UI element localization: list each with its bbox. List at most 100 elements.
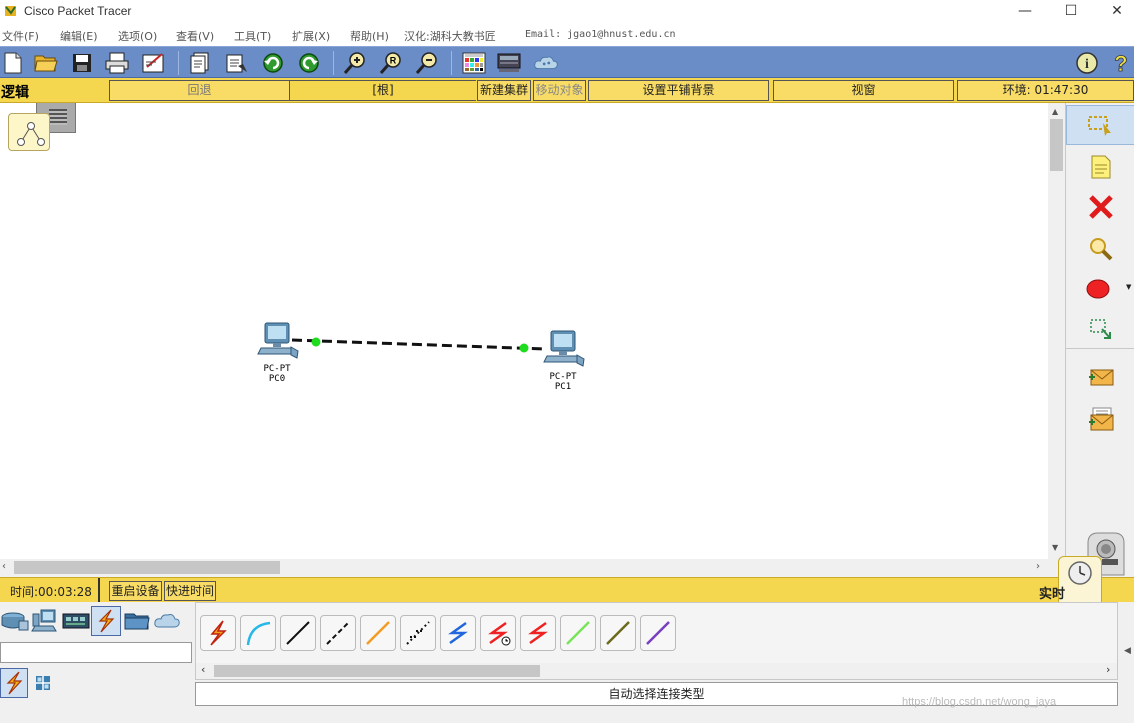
components-category-icon[interactable] (61, 606, 91, 636)
select-tool[interactable] (1066, 105, 1134, 145)
power-cycle-devices-button[interactable]: 重启设备 (109, 581, 162, 601)
grid-subcategory-icon[interactable] (34, 674, 52, 692)
dropdown-arrow-icon[interactable]: ▼ (1126, 283, 1131, 291)
logical-workspace-canvas[interactable]: PC-PT PC0 PC-PT PC1 (0, 103, 1048, 559)
open-folder-icon[interactable] (33, 50, 59, 76)
zoom-reset-icon[interactable]: R (378, 50, 404, 76)
undo-icon[interactable] (260, 50, 286, 76)
toolbar-separator (333, 51, 334, 75)
menu-bar: 文件(F) 编辑(E) 选项(O) 查看(V) 工具(T) 扩展(X) 帮助(H… (0, 24, 1134, 46)
auto-connection-icon[interactable] (200, 615, 236, 651)
coaxial-cable-icon[interactable] (440, 615, 476, 651)
device-pc0[interactable]: PC-PT PC0 (247, 321, 307, 384)
move-object-button[interactable]: 移动对象 (533, 80, 586, 101)
end-devices-category-icon[interactable] (30, 606, 60, 636)
new-cluster-button[interactable]: 新建集群 (477, 80, 531, 101)
resize-shape-tool[interactable] (1066, 309, 1134, 349)
scrollbar-thumb[interactable] (14, 561, 280, 574)
scroll-down-arrow-icon[interactable]: ▼ (1052, 543, 1058, 552)
add-complex-pdu-tool[interactable] (1066, 399, 1134, 439)
canvas-horizontal-scrollbar[interactable]: ‹ › (0, 559, 1065, 576)
connections-subcategory-icon[interactable] (0, 668, 28, 698)
palette-icon[interactable] (461, 50, 487, 76)
expand-panel-arrow-icon[interactable]: ◀ (1124, 646, 1131, 656)
status-divider (98, 578, 100, 603)
title-bar: Cisco Packet Tracer — ☐ ✕ (0, 0, 1134, 24)
redo-icon[interactable] (296, 50, 322, 76)
add-simple-pdu-tool[interactable] (1066, 357, 1134, 397)
console-cable-icon[interactable] (240, 615, 276, 651)
new-file-icon[interactable] (0, 50, 26, 76)
cluster-cloud-icon[interactable] (533, 50, 559, 76)
clock-icon (1068, 561, 1092, 585)
device-model-search-field[interactable] (0, 642, 192, 663)
menu-extensions[interactable]: 扩展(X) (292, 28, 330, 44)
fiber-cable-icon[interactable] (360, 615, 396, 651)
set-tiled-background-button[interactable]: 设置平铺背景 (588, 80, 769, 101)
simulation-time: 时间:00:03:28 (10, 585, 92, 599)
canvas-vertical-scrollbar[interactable]: ▲ ▼ (1048, 103, 1065, 559)
zoom-in-icon[interactable] (342, 50, 368, 76)
close-window-button[interactable]: ✕ (1094, 0, 1134, 24)
svg-text:R: R (390, 56, 397, 66)
paste-icon[interactable] (224, 50, 250, 76)
menu-localization[interactable]: 汉化:湖科大教书匠 (404, 28, 496, 44)
scroll-left-arrow-icon[interactable]: ‹ (2, 561, 6, 572)
octal-cable-icon[interactable] (560, 615, 596, 651)
draw-shape-tool[interactable]: ▼ (1066, 269, 1134, 309)
crossover-cable-icon[interactable] (320, 615, 356, 651)
custom-device-icon[interactable] (497, 50, 523, 76)
copy-icon[interactable] (187, 50, 213, 76)
packet-tracer-logo-icon (5, 6, 16, 16)
straight-through-cable-icon[interactable] (280, 615, 316, 651)
svg-text:i: i (1085, 57, 1089, 72)
iot-custom-cable-icon[interactable] (600, 615, 636, 651)
connections-category-icon[interactable] (91, 606, 121, 636)
minimize-button[interactable]: — (1002, 0, 1048, 24)
device-pc1[interactable]: PC-PT PC1 (533, 329, 593, 392)
note-icon (1091, 155, 1110, 179)
viewport-button[interactable]: 视窗 (773, 80, 954, 101)
phone-cable-icon[interactable] (400, 615, 436, 651)
back-button[interactable]: 回退 (109, 80, 290, 101)
network-devices-category-icon[interactable] (0, 606, 30, 636)
delete-tool[interactable] (1066, 187, 1134, 227)
fast-forward-time-button[interactable]: 快进时间 (164, 581, 216, 601)
device-selection-box: ‹ › ◀ 自动选择连接类型 https://blog.csdn.net/won… (0, 602, 1134, 723)
zoom-out-icon[interactable] (414, 50, 440, 76)
device-name-label: PC0 (268, 374, 286, 384)
menu-help[interactable]: 帮助(H) (350, 28, 389, 44)
menu-file[interactable]: 文件(F) (2, 28, 39, 44)
save-icon[interactable] (69, 50, 95, 76)
workspace-bar: 逻辑 回退 [根] 新建集群 移动对象 设置平铺背景 视窗 环境: 01:47:… (0, 78, 1134, 103)
miscellaneous-category-icon[interactable] (122, 606, 152, 636)
activity-wizard-icon[interactable] (141, 50, 167, 76)
multiuser-connection-category-icon[interactable] (152, 606, 182, 636)
usb-cable-icon[interactable] (640, 615, 676, 651)
scroll-right-arrow-icon[interactable]: › (1106, 663, 1110, 676)
serial-dte-cable-icon[interactable] (520, 615, 556, 651)
scroll-left-arrow-icon[interactable]: ‹ (201, 663, 205, 676)
menu-options[interactable]: 选项(O) (118, 28, 157, 44)
print-icon[interactable] (104, 50, 130, 76)
workspace-mode-label[interactable]: 逻辑 (1, 82, 29, 102)
environment-time[interactable]: 环境: 01:47:30 (957, 80, 1134, 101)
info-icon[interactable]: i (1074, 50, 1100, 76)
note-tool[interactable] (1066, 147, 1134, 187)
maximize-button[interactable]: ☐ (1048, 0, 1094, 24)
copper-crossover-link[interactable] (291, 338, 546, 351)
menu-tools[interactable]: 工具(T) (234, 28, 271, 44)
help-icon[interactable]: ? (1108, 50, 1134, 76)
inspect-tool[interactable] (1066, 229, 1134, 269)
complex-pdu-envelope-icon (1088, 407, 1113, 431)
scroll-up-arrow-icon[interactable]: ▲ (1052, 107, 1058, 116)
link-status-light-pc1 (519, 343, 529, 353)
scrollbar-thumb[interactable] (214, 665, 540, 677)
device-name-label: PC1 (554, 382, 572, 392)
connection-panel-scrollbar[interactable]: ‹ › (196, 663, 1117, 679)
menu-view[interactable]: 查看(V) (176, 28, 214, 44)
scrollbar-thumb[interactable] (1050, 119, 1063, 171)
menu-edit[interactable]: 编辑(E) (60, 28, 98, 44)
scroll-right-arrow-icon[interactable]: › (1036, 561, 1040, 572)
serial-dce-cable-icon[interactable] (480, 615, 516, 651)
